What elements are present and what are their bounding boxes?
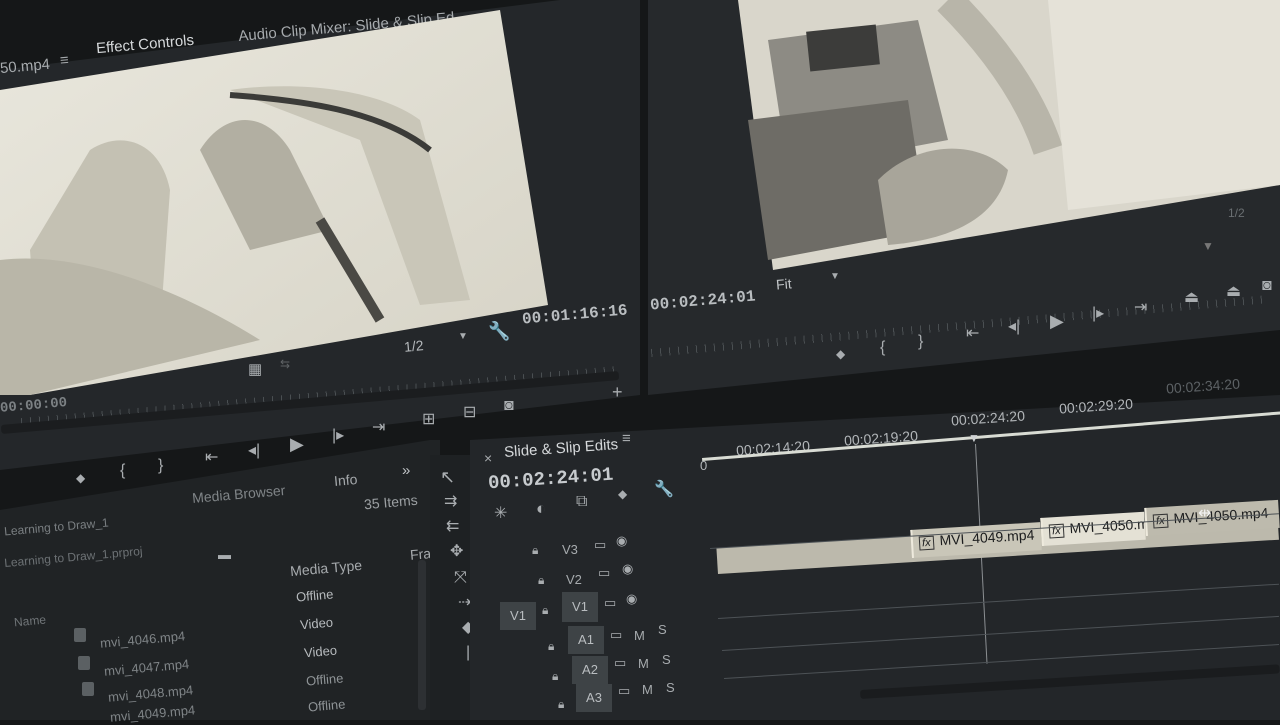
list-item-type: Video [303,642,338,661]
insert-icon[interactable]: ⊞ [422,412,435,428]
lock-icon[interactable]: 🔒︎ [542,604,548,616]
source-video-frame [0,10,548,395]
panel-overflow-icon[interactable]: » [402,462,410,479]
lock-icon[interactable]: 🔒︎ [532,544,538,556]
lock-icon[interactable]: 🔒︎ [558,698,564,710]
mute-button[interactable]: M [634,628,645,643]
step-forward-icon[interactable]: |▸ [1092,306,1104,322]
track-a1-label[interactable]: A1 [568,626,604,654]
track-a2-label[interactable]: A2 [572,656,608,684]
video-toggle-icon[interactable]: ▭ [594,538,606,551]
mark-in-icon[interactable]: { [120,463,125,479]
eye-icon[interactable]: ◉ [626,592,637,605]
program-fraction: 1/2 [1228,206,1245,220]
fx-badge-icon: fx [918,535,935,551]
mark-out-icon[interactable]: } [918,334,923,350]
add-marker-icon[interactable]: ◆ [76,472,85,484]
program-zoom-value: Fit [775,275,793,293]
ripple-edit-tool-icon[interactable]: ✥ [450,544,463,560]
track-a3-label[interactable]: A3 [576,684,612,712]
step-back-icon[interactable]: ◂| [1008,319,1020,335]
chevron-down-icon[interactable]: ▼ [458,332,468,342]
file-icon [74,628,86,642]
lift-icon[interactable]: ⏏ [1184,290,1199,306]
speaker-icon[interactable]: ▭ [614,656,626,669]
mark-in-icon[interactable]: { [880,340,885,356]
overwrite-icon[interactable]: ⊟ [463,405,476,421]
go-to-out-icon[interactable]: ⇥ [372,420,385,436]
track-v1-label[interactable]: V1 [562,592,598,622]
eye-icon[interactable]: ◉ [622,562,633,575]
eye-icon[interactable]: ◉ [616,534,627,547]
project-panel [0,440,440,720]
lock-icon[interactable]: 🔒︎ [548,640,554,652]
lock-icon[interactable]: 🔒︎ [552,670,558,682]
column-name[interactable]: Name [13,613,46,630]
film-icon[interactable]: ▦ [248,362,262,377]
export-frame-icon[interactable]: ◙ [1262,278,1272,294]
slip-tool-icon[interactable]: ⇢ [458,595,471,611]
track-v3-label[interactable]: V3 [562,542,578,557]
list-item-type: Video [299,614,334,633]
speaker-icon[interactable]: ▭ [618,684,630,697]
nest-icon[interactable]: ✳ [494,506,507,522]
selection-tool-icon[interactable]: ↖ [440,468,455,486]
add-button-icon[interactable]: + [612,383,623,401]
close-icon[interactable]: × [484,450,492,466]
video-toggle-icon[interactable]: ▭ [598,566,610,579]
go-to-out-icon[interactable]: ⇥ [1134,300,1147,316]
solo-button[interactable]: S [662,652,671,667]
timeline-menu-icon[interactable]: ≡ [622,430,631,447]
linked-selection-icon[interactable]: ⧉ [576,494,587,510]
track-v2-label[interactable]: V2 [566,572,582,587]
solo-button[interactable]: S [666,680,675,695]
timeline-ruler-label: 00:02:34:20 [1165,375,1241,397]
step-back-icon[interactable]: ◂| [248,443,260,459]
program-zoom-select[interactable]: Fit [775,275,792,292]
play-icon[interactable]: ▶ [290,435,304,453]
camera-icon[interactable]: ◙ [504,398,514,414]
file-icon [78,656,90,670]
rate-stretch-tool-icon[interactable]: ⤧ [454,570,467,586]
link-icon: ⇆ [280,357,291,371]
add-marker-icon[interactable]: ◆ [836,348,845,360]
playhead-icon[interactable]: ▼ [1202,240,1214,252]
mark-out-icon[interactable]: } [158,458,163,474]
speaker-icon[interactable]: ▭ [610,628,622,641]
source-patch-v1[interactable]: V1 [500,602,536,630]
go-to-in-icon[interactable]: ⇤ [205,450,218,466]
lock-icon[interactable]: 🔒︎ [538,574,544,586]
project-scrollbar[interactable] [418,560,426,710]
wrench-icon[interactable]: 🔧 [488,322,510,340]
tab-info[interactable]: Info [333,471,358,489]
snap-icon[interactable]: ◐ [536,500,546,517]
add-marker-icon[interactable]: ◆ [618,488,627,500]
mute-button[interactable]: M [638,656,649,671]
extract-icon[interactable]: ⏏ [1226,284,1241,300]
source-resolution-value: 1/2 [403,337,425,355]
mute-button[interactable]: M [642,682,653,697]
track-select-back-icon[interactable]: ⇇ [446,519,459,535]
folder-icon[interactable]: ▬ [218,548,231,561]
wrench-icon[interactable]: 🔧 [654,482,674,498]
video-toggle-icon[interactable]: ▭ [604,596,616,609]
slide-cursor-icon: ⇹ [1198,505,1212,522]
go-to-in-icon[interactable]: ⇤ [966,326,979,342]
playhead-icon[interactable]: ▼ [968,432,980,444]
file-icon [82,682,94,696]
solo-button[interactable]: S [658,622,667,637]
track-select-tool-icon[interactable]: ⇉ [444,494,457,510]
step-forward-icon[interactable]: |▸ [332,428,344,444]
chevron-down-icon[interactable]: ▼ [830,272,840,282]
program-video-frame [738,0,1280,270]
source-resolution-select[interactable]: 1/2 [403,337,424,355]
play-icon[interactable]: ▶ [1050,312,1064,330]
